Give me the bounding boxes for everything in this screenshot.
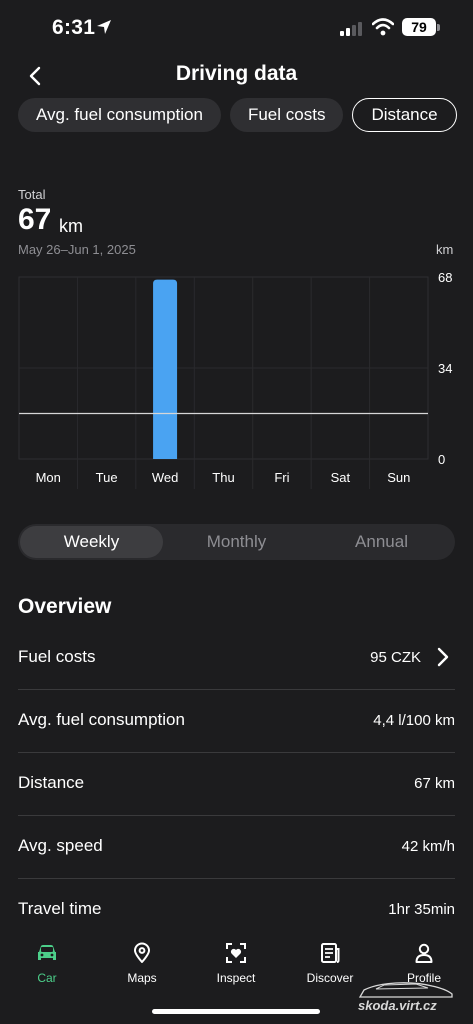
chip-distance[interactable]: Distance	[352, 98, 457, 132]
row-label: Travel time	[18, 899, 102, 918]
total-label: Total	[18, 187, 46, 202]
y-tick-label: 68	[438, 270, 452, 285]
tab-label: Maps	[127, 971, 157, 985]
watermark-car-logo	[358, 982, 453, 998]
x-tick-label: Wed	[152, 470, 179, 485]
y-axis-unit: km	[436, 242, 454, 257]
car-icon	[38, 945, 56, 960]
chip-avg-fuel-consumption[interactable]: Avg. fuel consumption	[18, 98, 221, 132]
x-tick-label: Mon	[36, 470, 61, 485]
chip-fuel-costs[interactable]: Fuel costs	[229, 98, 344, 132]
row-value: 1hr 35min	[388, 901, 455, 918]
tab-label: Car	[37, 971, 57, 985]
overview-title: Overview	[18, 595, 112, 618]
home-indicator	[152, 1009, 320, 1014]
total-unit: km	[59, 216, 83, 236]
y-tick-label: 0	[438, 452, 445, 467]
tab-car[interactable]: Car	[7, 942, 87, 985]
newspaper-icon	[321, 943, 340, 963]
status-time: 6:31	[52, 16, 96, 39]
overview-row-fuel-costs[interactable]: Fuel costs 95 CZK	[18, 627, 455, 690]
watermark-text: skoda.virt.cz	[358, 998, 437, 1013]
status-bar: 6:31 79	[0, 0, 473, 56]
metric-filter-chips: Avg. fuel consumption Fuel costs Distanc…	[18, 98, 457, 132]
page-title: Driving data	[175, 62, 298, 85]
period-segmented-control: Weekly Monthly Annual	[18, 524, 455, 560]
x-tick-label: Thu	[212, 470, 234, 485]
row-label: Distance	[18, 773, 85, 792]
x-tick-label: Tue	[96, 470, 118, 485]
tab-weekly[interactable]: Weekly	[20, 526, 163, 558]
x-tick-label: Sun	[387, 470, 410, 485]
row-value: 4,4 l/100 km	[373, 712, 455, 729]
overview-row-avg-speed: Avg. speed 42 km/h	[18, 816, 455, 879]
distance-bar-chart: 68 34 0 Mon Tue Wed Thu Fri Sat Sun	[18, 270, 452, 489]
signal-icon	[340, 22, 362, 36]
x-tick-label: Fri	[274, 470, 289, 485]
row-value: 67 km	[414, 775, 455, 792]
tab-discover[interactable]: Discover	[290, 942, 370, 985]
tab-label: Inspect	[216, 971, 256, 985]
chevron-right-icon	[437, 647, 449, 667]
overview-row-distance: Distance 67 km	[18, 753, 455, 816]
person-icon	[415, 943, 433, 963]
date-range: May 26–Jun 1, 2025	[18, 242, 136, 257]
y-tick-label: 34	[438, 361, 452, 376]
row-label: Avg. speed	[18, 836, 103, 855]
location-arrow-icon	[97, 20, 111, 34]
row-value: 95 CZK	[370, 649, 421, 666]
chart-bar-wed	[153, 279, 178, 459]
row-label: Avg. fuel consumption	[18, 710, 185, 729]
battery-icon: 79	[402, 18, 436, 36]
overview-row-avg-fuel-consumption: Avg. fuel consumption 4,4 l/100 km	[18, 690, 455, 753]
map-pin-icon	[134, 942, 150, 963]
x-tick-label: Sat	[331, 470, 351, 485]
total-value: 67	[18, 203, 52, 236]
tab-inspect[interactable]: Inspect	[196, 942, 276, 985]
tab-profile[interactable]: Profile	[384, 942, 464, 985]
battery-nub	[437, 24, 440, 31]
tab-monthly[interactable]: Monthly	[165, 526, 308, 558]
inspect-icon	[226, 943, 246, 963]
tab-annual[interactable]: Annual	[310, 526, 453, 558]
tab-maps[interactable]: Maps	[102, 942, 182, 985]
wifi-icon	[372, 18, 394, 36]
row-label: Fuel costs	[18, 647, 96, 666]
row-value: 42 km/h	[401, 838, 455, 855]
